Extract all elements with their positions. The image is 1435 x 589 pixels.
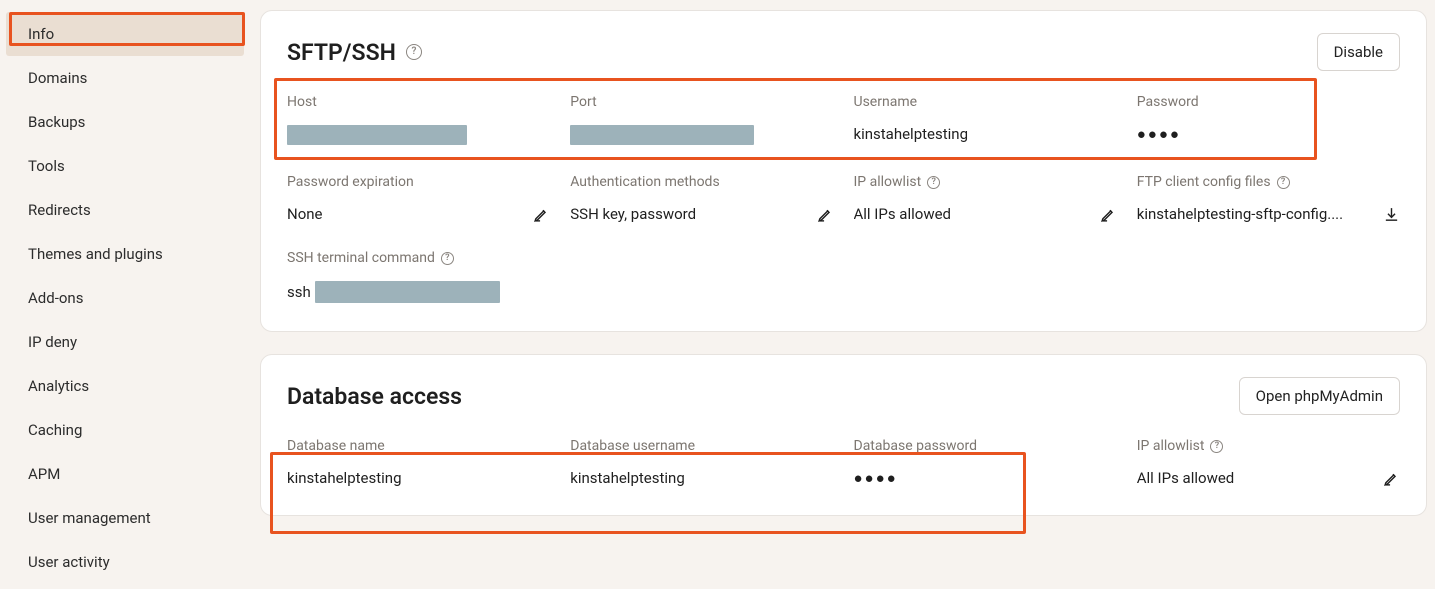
- edit-icon[interactable]: [1383, 470, 1400, 487]
- sidebar-item-user-activity[interactable]: User activity: [0, 540, 250, 584]
- sidebar-item-themes-and-plugins[interactable]: Themes and plugins: [0, 232, 250, 276]
- field-username: Username kinstahelptesting: [854, 93, 1117, 145]
- field-database-password: Database password ●●●●: [854, 437, 1117, 487]
- sidebar-item-label: Info: [28, 25, 54, 43]
- sidebar: Info Domains Backups Tools Redirects The…: [0, 0, 250, 589]
- field-label: Host: [287, 93, 550, 111]
- edit-icon[interactable]: [817, 206, 834, 223]
- field-label-text: IP allowlist: [1137, 438, 1205, 454]
- field-ip-allowlist: IP allowlist ? All IPs allowed: [854, 173, 1117, 223]
- field-value: SSH key, password: [570, 205, 696, 223]
- sidebar-item-label: Add-ons: [28, 289, 83, 307]
- field-value: ●●●●: [854, 469, 898, 487]
- sftp-ssh-card: SFTP/SSH ? Disable Host Port: [260, 10, 1427, 332]
- open-phpmyadmin-button[interactable]: Open phpMyAdmin: [1239, 377, 1400, 415]
- field-value: All IPs allowed: [1137, 469, 1235, 487]
- sidebar-item-label: Tools: [28, 157, 65, 175]
- field-label: Authentication methods: [570, 173, 833, 191]
- card-title-text: SFTP/SSH: [287, 39, 396, 66]
- field-label: SSH terminal command ?: [287, 249, 1400, 267]
- sidebar-item-backups[interactable]: Backups: [0, 100, 250, 144]
- sidebar-item-label: Domains: [28, 69, 87, 87]
- sidebar-item-info[interactable]: Info: [6, 12, 244, 56]
- redacted-host-value: [287, 125, 467, 145]
- sidebar-item-label: User activity: [28, 553, 110, 571]
- field-database-username: Database username kinstahelptesting: [570, 437, 833, 487]
- sidebar-item-label: User management: [28, 509, 151, 527]
- field-password-expiration: Password expiration None: [287, 173, 550, 223]
- sidebar-item-label: IP deny: [28, 333, 77, 351]
- field-label: FTP client config files ?: [1137, 173, 1400, 191]
- redacted-ssh-value: [315, 281, 500, 303]
- sidebar-item-redirects[interactable]: Redirects: [0, 188, 250, 232]
- help-icon[interactable]: ?: [441, 252, 454, 265]
- field-db-ip-allowlist: IP allowlist ? All IPs allowed: [1137, 437, 1400, 487]
- field-value: None: [287, 205, 323, 223]
- field-label: Database password: [854, 437, 1117, 455]
- sidebar-item-apm[interactable]: APM: [0, 452, 250, 496]
- sidebar-item-add-ons[interactable]: Add-ons: [0, 276, 250, 320]
- field-value: kinstahelptesting: [854, 125, 969, 143]
- sidebar-item-label: Backups: [28, 113, 85, 131]
- disable-button[interactable]: Disable: [1317, 33, 1400, 71]
- field-label: Username: [854, 93, 1117, 111]
- sidebar-item-label: Caching: [28, 421, 82, 439]
- help-icon[interactable]: ?: [406, 44, 422, 60]
- database-access-card: Database access Open phpMyAdmin Database…: [260, 354, 1427, 516]
- field-label-text: SSH terminal command: [287, 250, 435, 266]
- sidebar-item-domains[interactable]: Domains: [0, 56, 250, 100]
- card-title-text: Database access: [287, 383, 462, 410]
- field-label: Password expiration: [287, 173, 550, 191]
- sidebar-item-label: Redirects: [28, 201, 91, 219]
- sidebar-item-label: APM: [28, 465, 60, 483]
- download-icon[interactable]: [1383, 206, 1400, 223]
- field-value: kinstahelptesting: [287, 469, 402, 487]
- help-icon[interactable]: ?: [927, 176, 940, 189]
- redacted-port-value: [570, 125, 754, 145]
- sftp-ssh-title: SFTP/SSH ?: [287, 39, 422, 66]
- field-database-name: Database name kinstahelptesting: [287, 437, 550, 487]
- help-icon[interactable]: ?: [1210, 440, 1223, 453]
- field-label-text: FTP client config files: [1137, 174, 1271, 190]
- sidebar-item-ip-deny[interactable]: IP deny: [0, 320, 250, 364]
- sidebar-item-caching[interactable]: Caching: [0, 408, 250, 452]
- field-label-text: IP allowlist: [854, 174, 922, 190]
- field-ftp-config-files: FTP client config files ? kinstahelptest…: [1137, 173, 1400, 223]
- help-icon[interactable]: ?: [1277, 176, 1290, 189]
- field-value: All IPs allowed: [854, 205, 952, 223]
- field-value: kinstahelptesting-sftp-config....: [1137, 205, 1343, 223]
- field-ssh-terminal-command: SSH terminal command ? ssh: [287, 249, 1400, 303]
- field-auth-methods: Authentication methods SSH key, password: [570, 173, 833, 223]
- edit-icon[interactable]: [533, 206, 550, 223]
- field-label: Port: [570, 93, 833, 111]
- field-label: IP allowlist ?: [1137, 437, 1400, 455]
- sidebar-item-analytics[interactable]: Analytics: [0, 364, 250, 408]
- sidebar-item-user-management[interactable]: User management: [0, 496, 250, 540]
- sidebar-item-tools[interactable]: Tools: [0, 144, 250, 188]
- field-host: Host: [287, 93, 550, 145]
- sidebar-item-label: Themes and plugins: [28, 245, 163, 263]
- ssh-prefix: ssh: [287, 283, 311, 301]
- field-port: Port: [570, 93, 833, 145]
- field-label: Database username: [570, 437, 833, 455]
- field-label: IP allowlist ?: [854, 173, 1117, 191]
- field-value: kinstahelptesting: [570, 469, 685, 487]
- field-label: Password: [1137, 93, 1400, 111]
- field-label: Database name: [287, 437, 550, 455]
- field-password: Password ●●●●: [1137, 93, 1400, 145]
- field-value: ●●●●: [1137, 125, 1181, 143]
- database-access-title: Database access: [287, 383, 462, 410]
- main-content: SFTP/SSH ? Disable Host Port: [250, 0, 1435, 589]
- sidebar-item-label: Analytics: [28, 377, 89, 395]
- edit-icon[interactable]: [1100, 206, 1117, 223]
